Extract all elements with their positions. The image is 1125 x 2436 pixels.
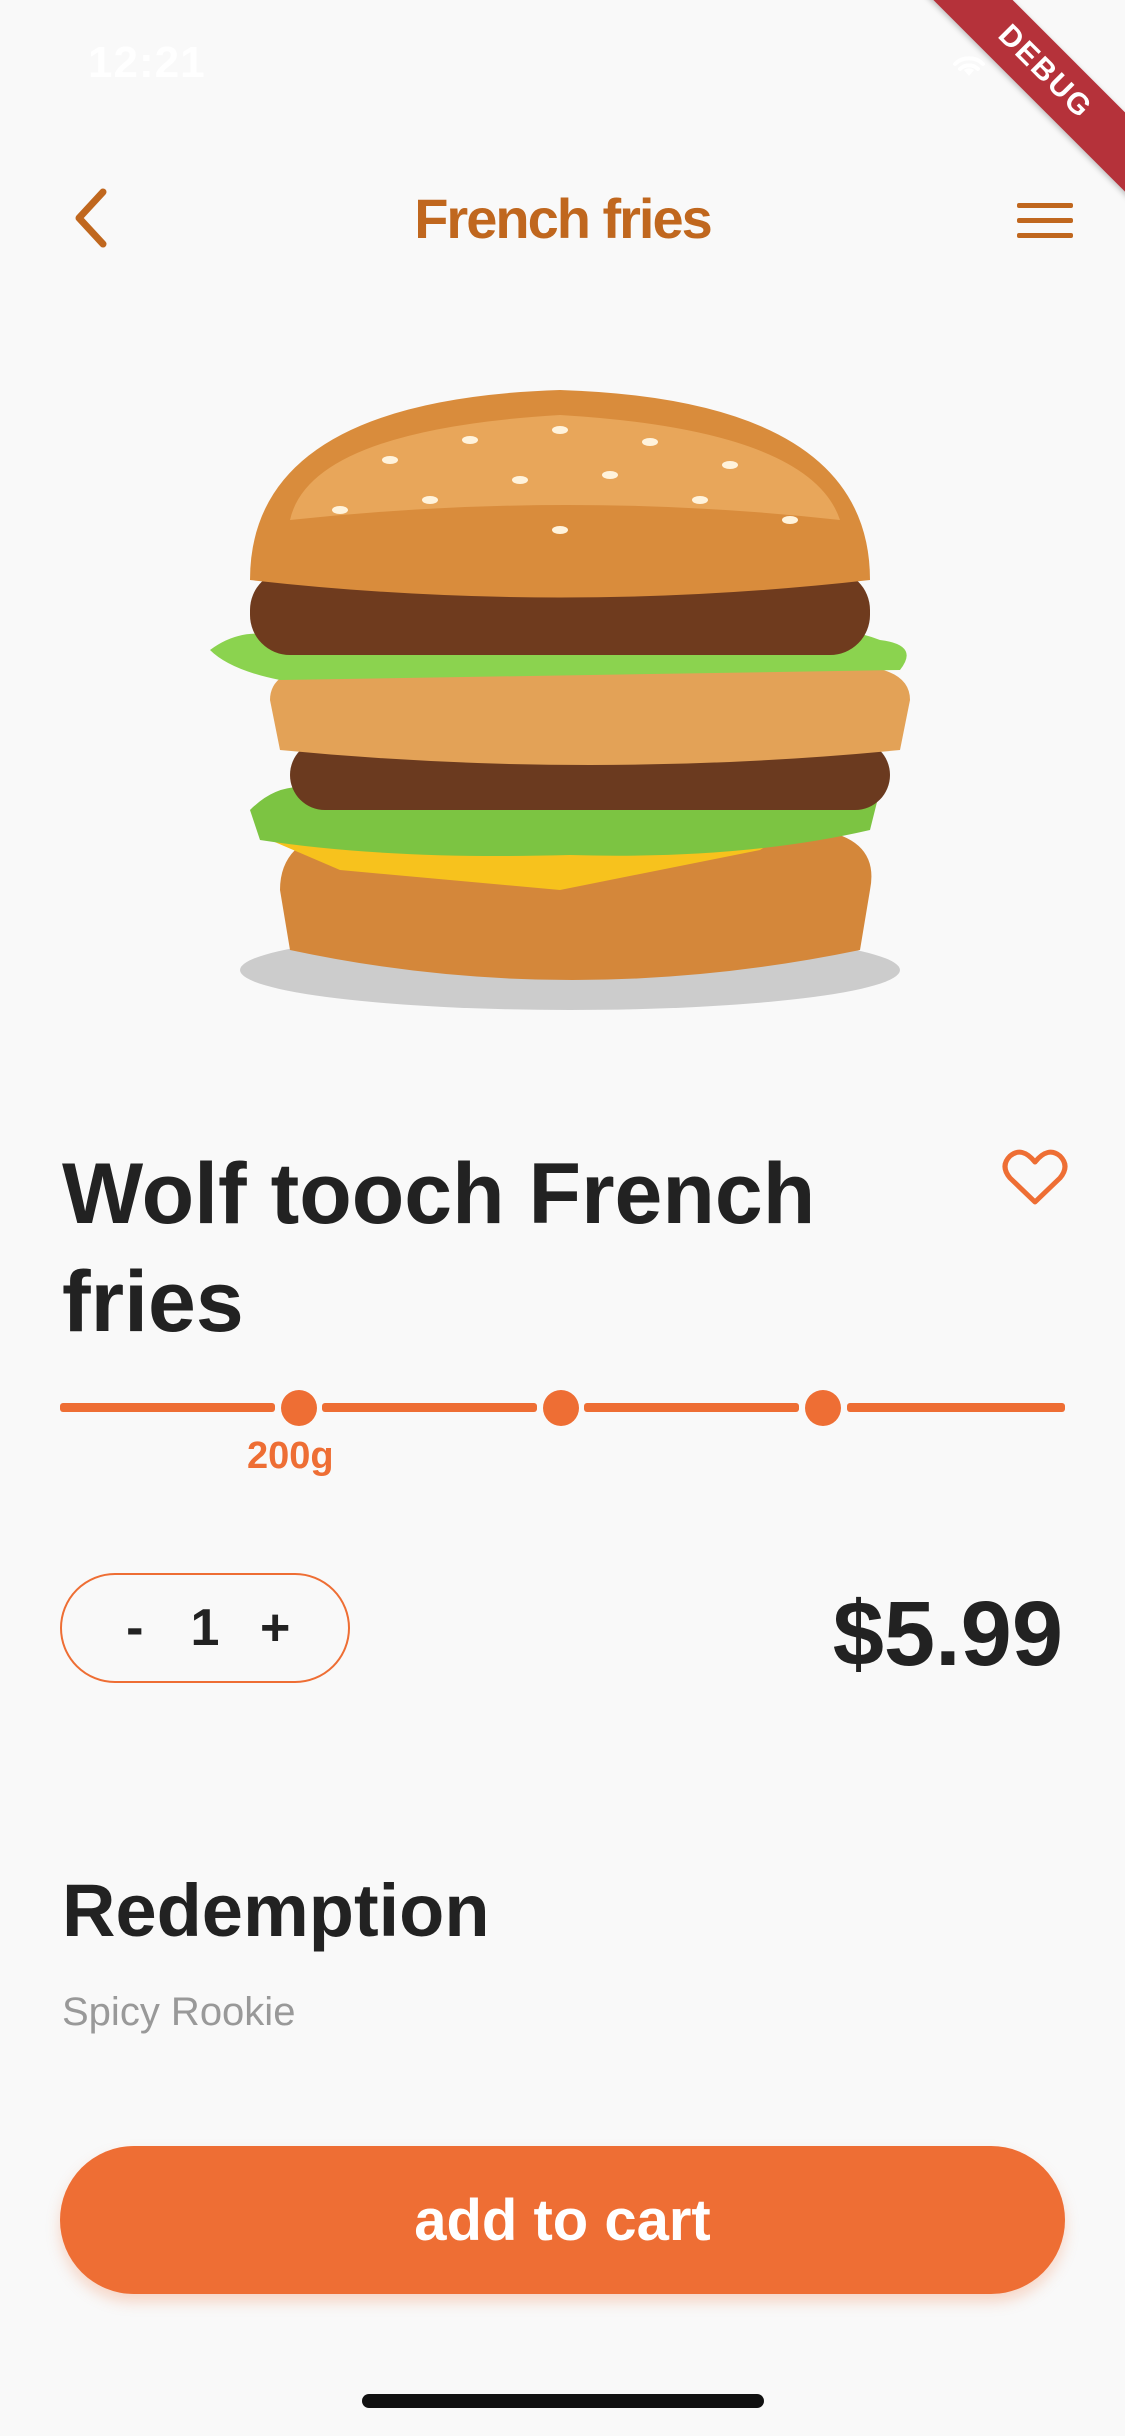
price: $5.99 bbox=[832, 1583, 1063, 1685]
size-option-1[interactable] bbox=[281, 1390, 317, 1426]
product-title: Wolf tooch French fries bbox=[62, 1146, 816, 1350]
slider-segment bbox=[322, 1403, 537, 1412]
favorite-button[interactable] bbox=[995, 1140, 1075, 1220]
nav-bar: French fries bbox=[0, 160, 1125, 280]
size-option-2[interactable] bbox=[543, 1390, 579, 1426]
size-slider-track bbox=[60, 1390, 1065, 1426]
burger-image bbox=[140, 370, 980, 1070]
page-title: French fries bbox=[414, 187, 713, 250]
quantity-stepper: - 1 + bbox=[60, 1573, 350, 1683]
size-option-3[interactable] bbox=[805, 1390, 841, 1426]
hamburger-menu-icon bbox=[1017, 201, 1073, 246]
heart-outline-icon bbox=[1002, 1148, 1068, 1213]
decrement-button[interactable]: - bbox=[105, 1598, 165, 1658]
wifi-icon bbox=[949, 50, 989, 85]
size-selector[interactable]: 200g bbox=[60, 1380, 1065, 1480]
increment-button[interactable]: + bbox=[245, 1598, 305, 1658]
size-label-selected: 200g bbox=[247, 1435, 334, 1477]
slider-segment bbox=[847, 1403, 1065, 1412]
add-to-cart-button[interactable]: add to cart bbox=[60, 2146, 1065, 2294]
redemption-title: Redemption bbox=[62, 1869, 490, 1952]
slider-segment bbox=[584, 1403, 799, 1412]
quantity-value: 1 bbox=[190, 1599, 220, 1657]
menu-button[interactable] bbox=[1005, 188, 1085, 258]
home-indicator[interactable] bbox=[362, 2394, 764, 2408]
status-time: 12:21 bbox=[88, 38, 206, 87]
slider-segment bbox=[60, 1403, 275, 1412]
redemption-subtitle: Spicy Rookie bbox=[62, 1990, 296, 2034]
